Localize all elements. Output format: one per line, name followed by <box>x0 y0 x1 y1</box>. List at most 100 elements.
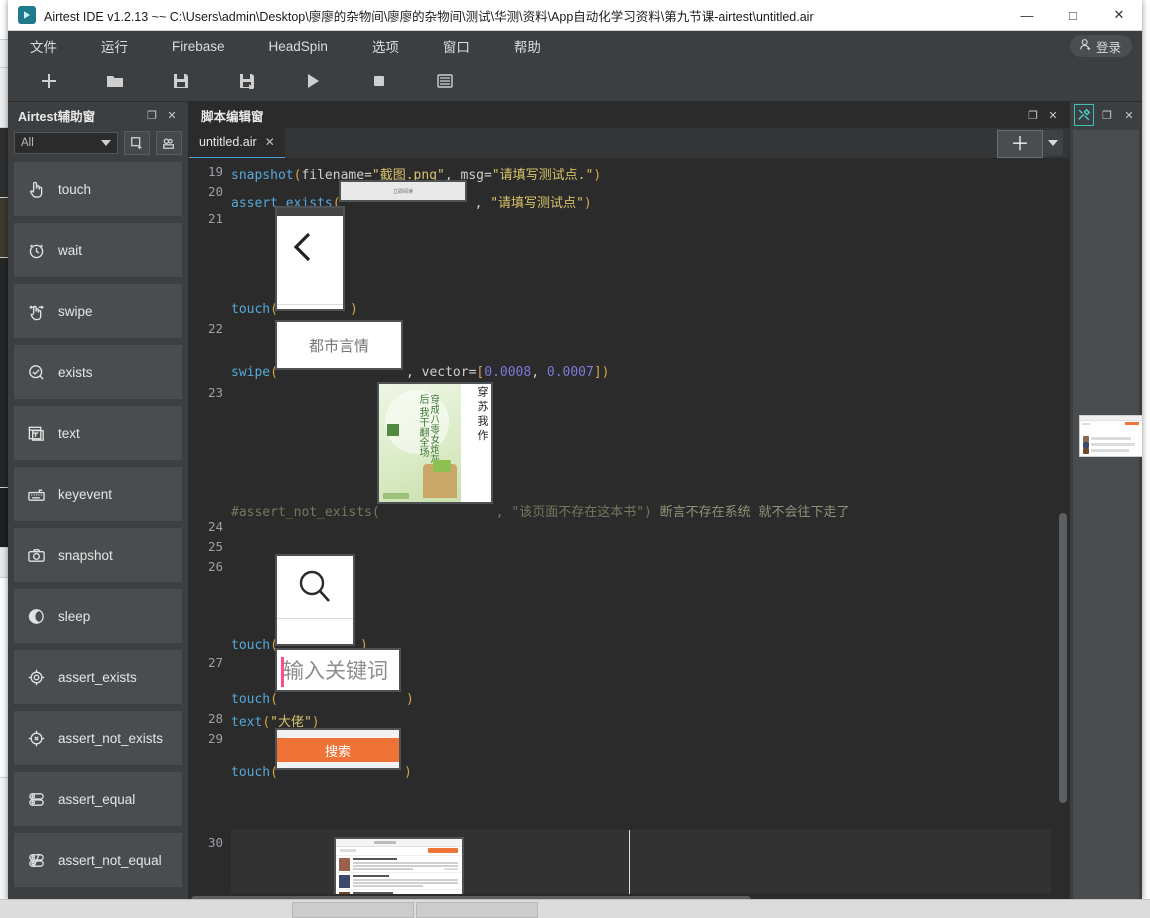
inline-image-search-icon-screen[interactable] <box>275 554 355 646</box>
sidebar-item-assert_not_equal[interactable]: assert_not_equal <box>14 833 182 887</box>
inline-image-text: 搜索 <box>324 744 351 760</box>
line-number: 30 <box>207 835 223 850</box>
device-screenshot-thumbnail[interactable] <box>1079 415 1142 457</box>
save-button[interactable] <box>158 64 204 98</box>
device-panel-close-button[interactable]: ✕ <box>1120 105 1138 125</box>
inline-image-read-button[interactable]: 立即阅读 <box>339 180 467 202</box>
hammer-wrench-icon[interactable] <box>1074 104 1094 126</box>
device-tools-panel: ❐ ✕ <box>1069 102 1142 900</box>
inline-image-text: 输入关键词 <box>283 659 388 683</box>
device-panel-header: ❐ ✕ <box>1070 102 1142 128</box>
app-icon <box>18 6 36 24</box>
editor-restore-button[interactable]: ❐ <box>1023 105 1043 125</box>
add-tab-dropdown-button[interactable] <box>1043 130 1063 156</box>
inline-image-book-cover[interactable]: 穿成八零女炮灰后 我干翻全场 穿 苏 我 作 <box>377 382 493 504</box>
line-number: 28 <box>207 711 223 726</box>
close-button[interactable]: ✕ <box>1096 0 1142 30</box>
sidebar-item-exists[interactable]: exists <box>14 345 182 399</box>
login-label: 登录 <box>1095 40 1121 55</box>
menu-options[interactable]: 选项 <box>356 31 415 61</box>
taskbar-item[interactable] <box>292 902 414 918</box>
sidebar-item-label: sleep <box>58 608 91 624</box>
sidebar-item-snapshot[interactable]: snapshot <box>14 528 182 582</box>
menu-window[interactable]: 窗口 <box>427 31 486 61</box>
sidebar-item-label: assert_exists <box>58 669 137 685</box>
touch-hand-icon <box>26 179 46 199</box>
sidebar-item-keyevent[interactable]: keyevent <box>14 467 182 521</box>
sidebar-item-label: assert_equal <box>58 791 136 807</box>
sidebar-item-assert_exists[interactable]: assert_exists <box>14 650 182 704</box>
back-arrow-icon <box>293 232 311 262</box>
scrollbar-thumb[interactable] <box>1059 513 1067 803</box>
open-file-button[interactable] <box>92 64 138 98</box>
run-button[interactable] <box>290 64 336 98</box>
device-panel-restore-button[interactable]: ❐ <box>1098 105 1116 125</box>
tab-close-icon[interactable]: ✕ <box>265 135 275 149</box>
assist-filter-dropdown[interactable]: All <box>14 132 118 154</box>
assist-filter-value: All <box>21 137 34 149</box>
editor-close-button[interactable]: ✕ <box>1043 105 1063 125</box>
window-controls: — □ ✕ <box>1004 0 1142 30</box>
save-as-button[interactable] <box>224 64 270 98</box>
swipe-hand-icon <box>26 301 46 321</box>
inline-image-keyword-input[interactable]: 输入关键词 <box>275 648 401 692</box>
menu-run[interactable]: 运行 <box>85 31 144 61</box>
user-icon <box>1079 38 1092 54</box>
check-circle-icon <box>26 362 46 382</box>
inline-image-search-button[interactable]: 搜索 <box>275 728 401 770</box>
sidebar-item-touch[interactable]: touch <box>14 162 182 216</box>
assist-panel-title: Airtest辅助窗 <box>18 109 96 124</box>
inline-image-back-arrow[interactable] <box>275 206 345 311</box>
inline-image-text: 都市言情 <box>308 336 369 355</box>
tab-untitled-air[interactable]: untitled.air ✕ <box>189 127 285 159</box>
title-bar: Airtest IDE v1.2.13 ~~ C:\Users\admin\De… <box>8 0 1142 31</box>
stop-button[interactable] <box>356 64 402 98</box>
sidebar-item-label: keyevent <box>58 486 113 502</box>
window-title: Airtest IDE v1.2.13 ~~ C:\Users\admin\De… <box>44 9 814 24</box>
clock-icon <box>26 240 46 260</box>
sidebar-item-label: touch <box>58 181 92 197</box>
log-view-button[interactable] <box>422 64 468 98</box>
add-tab-button[interactable]: ＋ <box>997 130 1043 158</box>
sidebar-item-text[interactable]: text <box>14 406 182 460</box>
sidebar-item-assert_equal[interactable]: assert_equal <box>14 772 182 826</box>
sidebar-item-swipe[interactable]: swipe <box>14 284 182 338</box>
screenshot-region-button[interactable] <box>124 131 150 155</box>
assist-restore-button[interactable]: ❐ <box>142 105 162 125</box>
login-button[interactable]: 登录 <box>1069 35 1132 57</box>
assist-close-button[interactable]: ✕ <box>162 105 182 125</box>
sidebar-item-wait[interactable]: wait <box>14 223 182 277</box>
moon-icon <box>26 606 46 626</box>
equal-stack-icon <box>26 789 46 809</box>
editor-vertical-scrollbar[interactable] <box>1057 158 1069 894</box>
menu-help[interactable]: 帮助 <box>498 31 557 61</box>
inline-image-search-results[interactable] <box>334 837 464 894</box>
main-body: Airtest辅助窗 ❐ ✕ All touch wait swipe exis… <box>8 102 1142 900</box>
line-number: 29 <box>207 731 223 746</box>
inline-image-text: 立即阅读 <box>392 188 413 195</box>
tab-label: untitled.air <box>199 135 257 149</box>
menu-file[interactable]: 文件 <box>14 31 73 61</box>
line-number: 22 <box>207 321 223 336</box>
inline-image-category-text[interactable]: 都市言情 <box>275 320 403 370</box>
sidebar-item-assert_not_exists[interactable]: assert_not_exists <box>14 711 182 765</box>
sidebar-item-label: wait <box>58 242 83 258</box>
taskbar-item[interactable] <box>416 902 538 918</box>
menu-headspin[interactable]: HeadSpin <box>253 34 344 59</box>
sidebar-item-sleep[interactable]: sleep <box>14 589 182 643</box>
menu-firebase[interactable]: Firebase <box>156 34 241 59</box>
search-icon <box>299 570 330 602</box>
sidebar-item-label: snapshot <box>58 547 113 563</box>
record-button[interactable] <box>156 131 182 155</box>
line-number: 23 <box>207 385 223 400</box>
new-file-button[interactable] <box>26 64 72 98</box>
os-taskbar <box>0 899 1150 918</box>
minimize-button[interactable]: — <box>1004 0 1050 30</box>
code-text[interactable]: 19 snapshot(filename="截图.png", msg="请填写测… <box>189 158 1057 894</box>
inline-image-side-text: 穿 苏 我 作 <box>476 386 489 441</box>
code-line-23: #assert_not_exists(, "该页面不存在这本书") 断言不存在系… <box>231 505 850 520</box>
maximize-button[interactable]: □ <box>1050 0 1096 30</box>
text-window-icon <box>26 423 46 443</box>
editor-tab-bar: untitled.air ✕ ＋ <box>189 127 1069 159</box>
keyboard-icon <box>26 484 46 504</box>
